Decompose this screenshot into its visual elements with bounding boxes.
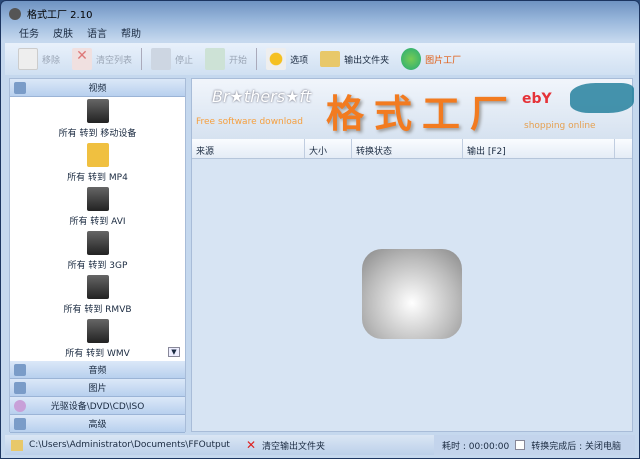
remove-label: 移除	[42, 55, 61, 66]
column-size[interactable]: 大小	[305, 139, 352, 158]
wmv-icon	[86, 319, 109, 343]
clear-icon: ✕	[245, 438, 256, 452]
menu-help[interactable]: 帮助	[121, 25, 141, 40]
options-button[interactable]: 选项	[263, 46, 311, 72]
clear-list-button[interactable]: ✕ 清空列表	[69, 46, 135, 72]
app-window: 格式工厂 2.10 任务 皮肤 语言 帮助 移除 ✕ 清空列表 停止 开始 选项 …	[0, 0, 640, 459]
category-advanced[interactable]: 高级	[10, 415, 185, 433]
elapsed-time: 耗时 : 00:00:00	[442, 441, 510, 452]
world-map-icon	[570, 83, 634, 113]
folder-icon	[11, 439, 23, 451]
remove-icon	[18, 48, 38, 70]
globe-icon	[401, 48, 422, 70]
stop-icon	[151, 48, 172, 70]
stop-button[interactable]: 停止	[148, 46, 196, 72]
clear-icon: ✕	[72, 48, 93, 70]
rmvb-icon	[86, 275, 109, 299]
status-bar: C:\Users\Administrator\Documents\FFOutpu…	[5, 435, 635, 455]
window-title: 格式工厂 2.10	[27, 10, 93, 21]
item-label: 所有 转到 AVI	[69, 217, 126, 227]
category-label: 视频	[88, 84, 107, 94]
banner-title: 格式工厂	[326, 92, 519, 136]
video-icon	[14, 81, 26, 94]
task-table-header: 来源 大小 转换状态 输出 [F2]	[192, 139, 632, 159]
category-rom[interactable]: 光驱设备\DVD\CD\ISO	[10, 397, 185, 415]
shopping-text: shopping online	[524, 121, 596, 131]
output-path[interactable]: C:\Users\Administrator\Documents\FFOutpu…	[29, 440, 230, 450]
picture-icon	[14, 381, 26, 394]
main-panel: Br★thers★ft Free software download 格式工厂 …	[191, 78, 634, 432]
menu-bar: 任务 皮肤 语言 帮助	[5, 23, 635, 41]
item-avi[interactable]: 所有 转到 AVI	[10, 185, 185, 229]
start-button[interactable]: 开始	[202, 46, 250, 72]
menu-skin[interactable]: 皮肤	[53, 25, 73, 40]
item-label: 所有 转到 WMV	[65, 349, 130, 359]
column-source[interactable]: 来源	[192, 139, 305, 158]
start-label: 开始	[229, 55, 248, 66]
column-status[interactable]: 转换状态	[352, 139, 463, 158]
item-3gp[interactable]: 所有 转到 3GP	[10, 229, 185, 273]
status-right: 耗时 : 00:00:00 转换完成后 : 关闭电脑	[434, 435, 635, 455]
column-empty	[615, 139, 632, 158]
brothersoft-logo: Br★thers★ft	[212, 87, 312, 106]
3gp-icon	[86, 231, 109, 255]
avi-icon	[86, 187, 109, 211]
banner-tagline: Free software download	[196, 117, 303, 127]
gear-icon	[266, 48, 287, 70]
options-label: 选项	[290, 55, 309, 66]
category-picture[interactable]: 图片	[10, 379, 185, 397]
menu-language[interactable]: 语言	[87, 25, 107, 40]
item-mp4[interactable]: 所有 转到 MP4	[10, 141, 185, 185]
category-label: 光驱设备\DVD\CD\ISO	[50, 402, 145, 412]
app-icon	[9, 7, 21, 20]
item-rmvb[interactable]: 所有 转到 RMVB	[10, 273, 185, 317]
output-folder-label: 输出文件夹	[344, 55, 390, 66]
category-label: 高级	[88, 420, 107, 430]
mp4-icon	[86, 143, 109, 167]
remove-button[interactable]: 移除	[15, 46, 63, 72]
separator	[141, 48, 143, 70]
shutdown-label: 转换完成后 : 关闭电脑	[531, 441, 621, 452]
separator	[256, 48, 258, 70]
picture-factory-label: 图片工厂	[425, 55, 462, 66]
shutdown-checkbox[interactable]	[515, 440, 526, 450]
ebay-logo: ebY	[522, 91, 552, 107]
folder-icon	[320, 51, 341, 67]
scroll-down-button[interactable]: ▼	[168, 347, 180, 357]
toolbar: 移除 ✕ 清空列表 停止 开始 选项 输出文件夹 图片工厂	[5, 43, 635, 75]
mobile-icon	[86, 99, 109, 123]
sidebar: 视频 所有 转到 移动设备 所有 转到 MP4 所有 转到 AVI 所有 转到 …	[9, 78, 186, 433]
advanced-icon	[14, 417, 26, 430]
column-output[interactable]: 输出 [F2]	[463, 139, 615, 158]
start-icon	[205, 48, 226, 70]
item-label: 所有 转到 3GP	[67, 261, 128, 271]
item-label: 所有 转到 MP4	[67, 173, 128, 183]
picture-factory-button[interactable]: 图片工厂	[398, 46, 464, 72]
clear-list-label: 清空列表	[96, 55, 133, 66]
title-bar: 格式工厂 2.10	[9, 6, 92, 21]
menu-task[interactable]: 任务	[19, 25, 39, 40]
category-video[interactable]: 视频	[10, 79, 185, 97]
output-folder-button[interactable]: 输出文件夹	[317, 49, 392, 69]
category-audio[interactable]: 音频	[10, 361, 185, 379]
disc-icon	[14, 399, 26, 412]
format-factory-logo	[362, 249, 462, 339]
stop-label: 停止	[175, 55, 194, 66]
item-mobile[interactable]: 所有 转到 移动设备	[10, 97, 185, 141]
ad-banner[interactable]: Br★thers★ft Free software download 格式工厂 …	[192, 79, 634, 139]
music-icon	[14, 363, 26, 376]
item-label: 所有 转到 RMVB	[63, 305, 132, 315]
category-label: 图片	[88, 384, 107, 394]
category-label: 音频	[88, 366, 107, 376]
item-label: 所有 转到 移动设备	[58, 129, 137, 139]
video-items: 所有 转到 移动设备 所有 转到 MP4 所有 转到 AVI 所有 转到 3GP…	[10, 97, 185, 361]
clear-output-button[interactable]: 清空输出文件夹	[262, 439, 325, 452]
item-wmv[interactable]: 所有 转到 WMV	[10, 317, 185, 361]
